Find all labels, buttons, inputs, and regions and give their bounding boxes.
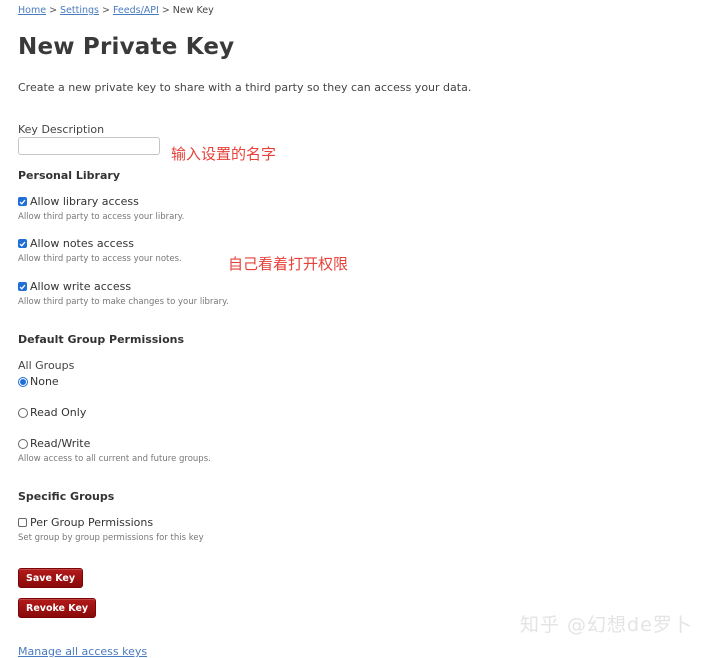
breadcrumb-settings-link[interactable]: Settings bbox=[60, 5, 99, 16]
specific-groups-heading: Specific Groups bbox=[18, 490, 115, 503]
allow-notes-access-label: Allow notes access bbox=[30, 237, 134, 250]
group-permissions-help: Allow access to all current and future g… bbox=[18, 454, 211, 464]
per-group-permissions-checkbox[interactable]: Per Group Permissions bbox=[18, 516, 153, 529]
allow-library-access-checkbox[interactable]: Allow library access bbox=[18, 195, 139, 208]
checkbox-checked-icon bbox=[18, 197, 27, 206]
permission-none-label: None bbox=[30, 375, 59, 388]
permission-read-only-label: Read Only bbox=[30, 406, 87, 419]
breadcrumb-separator: > bbox=[161, 5, 170, 16]
page-title: New Private Key bbox=[18, 34, 235, 60]
permission-none-radio[interactable]: None bbox=[18, 375, 59, 388]
checkbox-checked-icon bbox=[18, 239, 27, 248]
allow-write-access-help: Allow third party to make changes to you… bbox=[18, 297, 229, 307]
name-hint-annotation: 输入设置的名字 bbox=[171, 145, 277, 163]
checkbox-unchecked-icon bbox=[18, 518, 27, 527]
allow-write-access-label: Allow write access bbox=[30, 280, 132, 293]
radio-selected-icon bbox=[18, 376, 28, 387]
allow-write-access-checkbox[interactable]: Allow write access bbox=[18, 280, 131, 293]
radio-unselected-icon bbox=[18, 438, 28, 449]
save-key-button[interactable]: Save Key bbox=[18, 568, 84, 588]
per-group-permissions-help: Set group by group permissions for this … bbox=[18, 533, 204, 543]
manage-access-keys-link[interactable]: Manage all access keys bbox=[18, 645, 147, 658]
key-description-label: Key Description bbox=[18, 123, 105, 136]
breadcrumb-separator: > bbox=[102, 5, 110, 16]
permission-read-only-radio[interactable]: Read Only bbox=[18, 406, 86, 419]
key-description-input[interactable] bbox=[18, 137, 160, 155]
breadcrumb-home-link[interactable]: Home bbox=[18, 5, 46, 16]
permission-hint-annotation: 自己看着打开权限 bbox=[228, 255, 349, 273]
breadcrumb: Home > Settings > Feeds/API > New Key bbox=[18, 5, 214, 16]
per-group-permissions-label: Per Group Permissions bbox=[30, 516, 154, 529]
page-intro: Create a new private key to share with a… bbox=[18, 81, 472, 94]
permission-read-write-label: Read/Write bbox=[30, 437, 91, 450]
revoke-key-button[interactable]: Revoke Key bbox=[18, 598, 97, 618]
breadcrumb-separator: > bbox=[49, 5, 58, 16]
allow-library-access-help: Allow third party to access your library… bbox=[18, 212, 185, 222]
permission-read-write-radio[interactable]: Read/Write bbox=[18, 437, 90, 450]
default-group-permissions-heading: Default Group Permissions bbox=[18, 333, 185, 346]
watermark: 知乎 @幻想de罗卜 bbox=[520, 614, 693, 636]
checkbox-checked-icon bbox=[18, 282, 27, 291]
allow-notes-access-help: Allow third party to access your notes. bbox=[18, 254, 182, 264]
allow-notes-access-checkbox[interactable]: Allow notes access bbox=[18, 237, 134, 250]
radio-unselected-icon bbox=[18, 407, 28, 418]
personal-library-heading: Personal Library bbox=[18, 169, 121, 182]
allow-library-access-label: Allow library access bbox=[30, 195, 139, 208]
breadcrumb-feeds-api-link[interactable]: Feeds/API bbox=[113, 5, 159, 16]
all-groups-label: All Groups bbox=[18, 359, 75, 372]
breadcrumb-current: New Key bbox=[172, 5, 214, 16]
